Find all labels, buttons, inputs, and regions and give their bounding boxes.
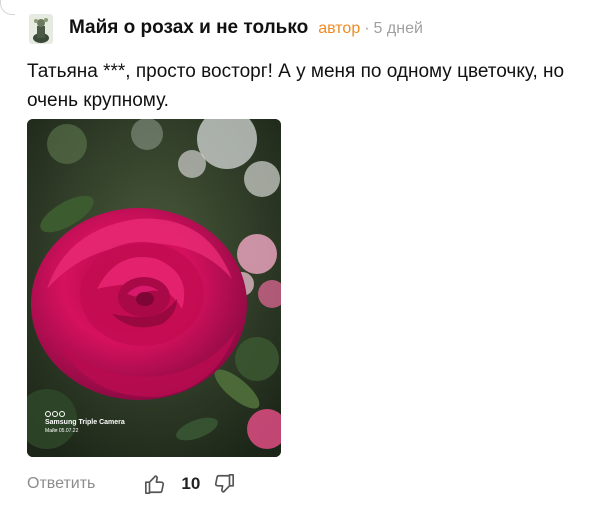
rose-photo-image xyxy=(27,119,281,457)
thumbs-up-icon[interactable] xyxy=(144,473,166,495)
avatar[interactable] xyxy=(29,14,53,44)
thumbs-down-icon[interactable] xyxy=(213,473,235,495)
separator-dot: · xyxy=(364,20,370,37)
author-badge: автор xyxy=(318,20,361,37)
reply-button[interactable]: Ответить xyxy=(27,475,95,493)
comment-text: Татьяна ***, просто восторг! А у меня по… xyxy=(27,61,565,111)
thread-connector-line xyxy=(0,0,15,15)
photo-watermark: Samsung Triple Camera Майя 05.07.22 xyxy=(45,411,125,435)
comment-actions: Ответить 10 xyxy=(27,473,235,495)
like-count: 10 xyxy=(181,474,201,493)
comment-time: 5 дней xyxy=(373,20,423,37)
author-name[interactable]: Майя о розах и не только xyxy=(69,17,308,39)
camera-lens-icon xyxy=(45,411,125,417)
watermark-title: Samsung Triple Camera xyxy=(45,419,125,426)
comment-header: Майя о розах и не только автор · 5 дней xyxy=(69,17,423,39)
watermark-date: Майя 05.07.22 xyxy=(45,428,79,434)
avatar-image xyxy=(29,14,53,44)
comment-photo[interactable]: Samsung Triple Camera Майя 05.07.22 xyxy=(27,119,281,457)
